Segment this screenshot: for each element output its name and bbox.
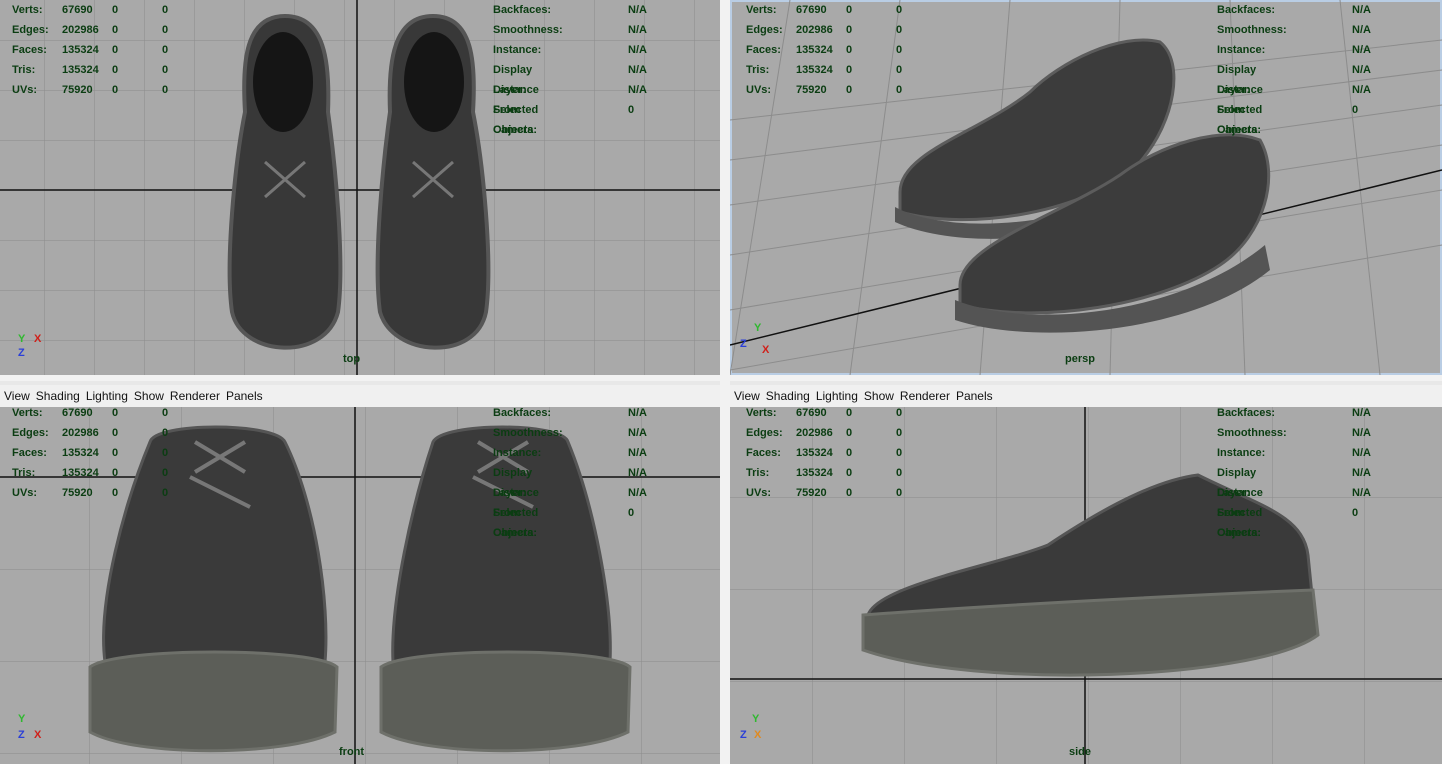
menu-panels[interactable]: Panels bbox=[955, 389, 998, 403]
viewport-divider-vertical[interactable] bbox=[720, 0, 730, 764]
axis-y-label: Y bbox=[18, 333, 26, 345]
panel-menubar-side: View Shading Lighting Show Renderer Pane… bbox=[730, 385, 1442, 407]
axis-z-label: Z bbox=[740, 729, 747, 741]
axis-z-label: Z bbox=[740, 338, 747, 350]
camera-label-persp: persp bbox=[1065, 353, 1095, 365]
axis-x-label: X bbox=[34, 729, 42, 741]
axis-x-label: X bbox=[762, 344, 770, 356]
axis-x-label: X bbox=[34, 333, 42, 345]
menu-renderer[interactable]: Renderer bbox=[899, 389, 955, 403]
menu-lighting[interactable]: Lighting bbox=[815, 389, 863, 403]
shoe-front-left[interactable] bbox=[85, 422, 345, 762]
viewport-side[interactable]: Verts: 67690 0 0 Edges: 202986 0 0 Faces: 13532… bbox=[730, 407, 1442, 764]
menu-lighting[interactable]: Lighting bbox=[85, 389, 133, 403]
menu-show[interactable]: Show bbox=[133, 389, 169, 403]
camera-label-side: side bbox=[1069, 746, 1092, 758]
menu-renderer[interactable]: Renderer bbox=[169, 389, 225, 403]
axis-x-label: X bbox=[754, 729, 762, 741]
axis-z-label: Z bbox=[18, 729, 25, 741]
axis-y-label: Y bbox=[18, 713, 26, 725]
menu-show[interactable]: Show bbox=[863, 389, 899, 403]
camera-label-top: top bbox=[343, 353, 361, 365]
panel-menubar-front: View Shading Lighting Show Renderer Pane… bbox=[0, 385, 720, 407]
axis-y-label: Y bbox=[754, 322, 762, 334]
menu-shading[interactable]: Shading bbox=[35, 389, 85, 403]
shoe-top-left[interactable] bbox=[220, 12, 350, 367]
camera-label-front: front bbox=[339, 746, 365, 758]
menu-view[interactable]: View bbox=[733, 389, 765, 403]
viewport-top[interactable]: Verts: 67690 0 0 Edges: 202986 0 0 Faces: 13532… bbox=[0, 0, 720, 375]
viewport-divider-horizontal[interactable] bbox=[0, 375, 1442, 381]
menu-view[interactable]: View bbox=[3, 389, 35, 403]
shoe-top-right[interactable] bbox=[368, 12, 498, 367]
menu-panels[interactable]: Panels bbox=[225, 389, 268, 403]
axis-z-label: Z bbox=[18, 347, 25, 359]
viewport-persp[interactable]: Verts: 67690 0 0 Edges: 202986 0 0 Faces: 13532… bbox=[730, 0, 1442, 375]
menu-shading[interactable]: Shading bbox=[765, 389, 815, 403]
axis-y-label: Y bbox=[752, 713, 760, 725]
viewport-front[interactable]: Verts: 67690 0 0 Edges: 202986 0 0 Faces: 13532… bbox=[0, 407, 720, 764]
grid bbox=[0, 0, 720, 375]
